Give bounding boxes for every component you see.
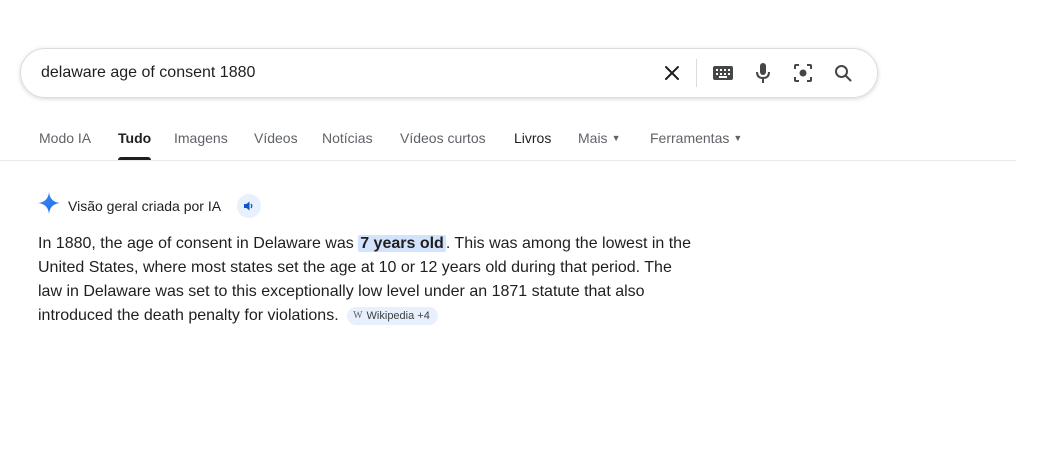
search-input[interactable]: delaware age of consent 1880 [41,64,255,82]
ai-overview-header: Visão geral criada por IA [38,192,262,219]
search-bar-icons [652,53,863,93]
search-bar[interactable]: delaware age of consent 1880 [20,48,878,98]
chevron-down-icon: ▼ [733,133,743,143]
mic-icon[interactable] [743,53,783,93]
search-icon[interactable] [823,53,863,93]
tab-videos[interactable]: Vídeos [254,130,298,146]
tab-ferramentas-label: Ferramentas [650,130,730,146]
tab-tudo[interactable]: Tudo [118,130,152,160]
tab-livros[interactable]: Livros [514,130,551,146]
tab-imagens[interactable]: Imagens [174,130,228,146]
tab-noticias[interactable]: Notícias [322,130,373,146]
source-chip[interactable]: W Wikipedia +4 [347,307,438,325]
answer-text-before: In 1880, the age of consent in Delaware … [38,235,359,252]
search-divider [696,59,697,87]
tab-modo-ia[interactable]: Modo IA [39,130,91,146]
tab-mais-label: Mais [578,130,608,146]
clear-icon[interactable] [652,53,692,93]
ai-overview-answer: In 1880, the age of consent in Delaware … [38,232,698,328]
lens-icon[interactable] [783,53,823,93]
answer-highlight: 7 years old [358,235,446,252]
sparkle-icon [38,192,60,219]
tab-mais[interactable]: Mais ▼ [578,130,620,146]
ai-overview-title: Visão geral criada por IA [68,197,222,214]
chevron-down-icon: ▼ [611,133,621,143]
wikipedia-icon: W [353,310,363,321]
tab-videos-curtos[interactable]: Vídeos curtos [400,130,486,146]
search-tabs: Modo IA Tudo Imagens Vídeos Notícias Víd… [0,118,1016,161]
keyboard-icon[interactable] [703,53,743,93]
tab-ferramentas[interactable]: Ferramentas ▼ [650,130,742,146]
speaker-icon[interactable] [237,193,262,218]
source-chip-label: Wikipedia +4 [366,310,430,322]
